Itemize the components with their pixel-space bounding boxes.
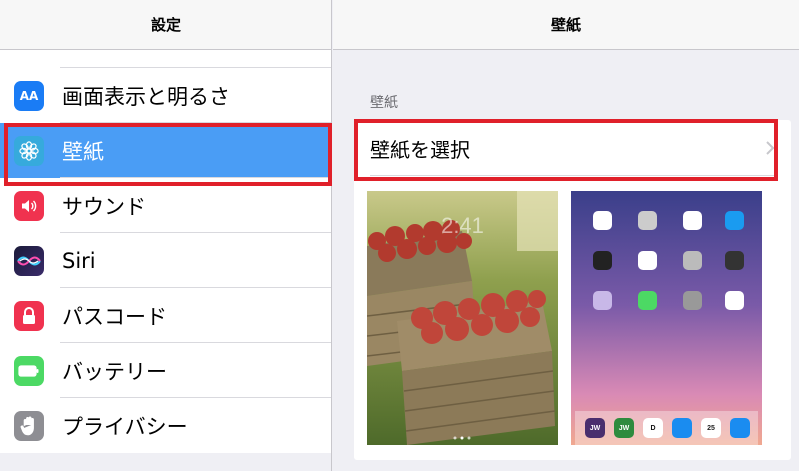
sidebar-item-label: バッテリー bbox=[62, 359, 167, 384]
app-store-icon bbox=[725, 211, 744, 230]
app-icon bbox=[593, 251, 612, 270]
sidebar-item-battery[interactable]: バッテリー bbox=[0, 343, 331, 398]
app-icon bbox=[725, 251, 744, 270]
clock-app-icon bbox=[683, 211, 702, 230]
jw-library-icon: JW bbox=[585, 418, 605, 438]
sidebar-item-passcode[interactable]: パスコード bbox=[0, 288, 331, 343]
section-label: 壁紙 bbox=[370, 95, 398, 111]
lock-screen-time: 2:41 bbox=[441, 213, 484, 238]
settings-sidebar: 一般 AA 画面表示と明るさ bbox=[0, 0, 332, 471]
sidebar-item-label: Siri bbox=[62, 248, 96, 273]
display-brightness-icon: AA bbox=[14, 81, 44, 111]
detail-title: 壁紙 bbox=[550, 16, 581, 34]
calendar-icon: 25 bbox=[701, 418, 721, 438]
music-app-icon bbox=[638, 251, 657, 270]
photos-app-icon bbox=[593, 211, 612, 230]
mail-icon bbox=[730, 418, 750, 438]
dock-app-label: D bbox=[650, 424, 656, 432]
display-brightness-icon-text: AA bbox=[19, 89, 39, 103]
settings-app-icon bbox=[683, 291, 702, 310]
home-screen-preview[interactable]: JW JW D 25 bbox=[571, 191, 762, 445]
sidebar-title: 設定 bbox=[150, 16, 181, 34]
dictionary-app-icon: D bbox=[643, 418, 663, 438]
highlight-box-wallpaper bbox=[4, 123, 332, 186]
lock-screen-preview[interactable]: 2:41 bbox=[367, 191, 558, 445]
siri-icon bbox=[14, 246, 44, 276]
folder-icon bbox=[593, 291, 612, 310]
notes-app-icon bbox=[725, 291, 744, 310]
detail-header: 壁紙 bbox=[333, 0, 799, 50]
speaker-icon bbox=[14, 191, 44, 221]
contacts-app-icon bbox=[683, 251, 702, 270]
sidebar-item-label: パスコード bbox=[62, 304, 167, 329]
sidebar-item-siri[interactable]: Siri bbox=[0, 233, 331, 288]
sidebar-item-label: サウンド bbox=[62, 194, 146, 219]
sidebar-header: 設定 bbox=[0, 0, 331, 50]
highlight-box-choose-wallpaper bbox=[354, 119, 778, 181]
sidebar-item-display[interactable]: AA 画面表示と明るさ bbox=[0, 68, 331, 123]
messages-app-icon bbox=[638, 291, 657, 310]
safari-icon bbox=[672, 418, 692, 438]
sidebar-bottom-spacer bbox=[0, 457, 331, 471]
sidebar-item-privacy[interactable]: プライバシー bbox=[0, 398, 331, 453]
dock-app-label: 25 bbox=[707, 424, 715, 432]
lock-icon bbox=[14, 301, 44, 331]
camera-app-icon bbox=[638, 211, 657, 230]
dock: JW JW D 25 bbox=[575, 411, 758, 445]
sidebar-item-label: プライバシー bbox=[62, 414, 188, 439]
settings-list: 一般 AA 画面表示と明るさ bbox=[0, 13, 331, 453]
battery-icon bbox=[14, 356, 44, 386]
wallpaper-detail-pane: 壁紙 壁紙 壁紙を選択 2:41 JW JW D 25 bbox=[333, 0, 799, 471]
sidebar-item-sounds[interactable]: サウンド bbox=[0, 178, 331, 233]
jw-language-icon: JW bbox=[614, 418, 634, 438]
dock-app-label: JW bbox=[589, 424, 601, 432]
hand-icon bbox=[14, 411, 44, 441]
sidebar-item-label: 画面表示と明るさ bbox=[62, 84, 230, 109]
dock-app-label: JW bbox=[618, 424, 630, 432]
